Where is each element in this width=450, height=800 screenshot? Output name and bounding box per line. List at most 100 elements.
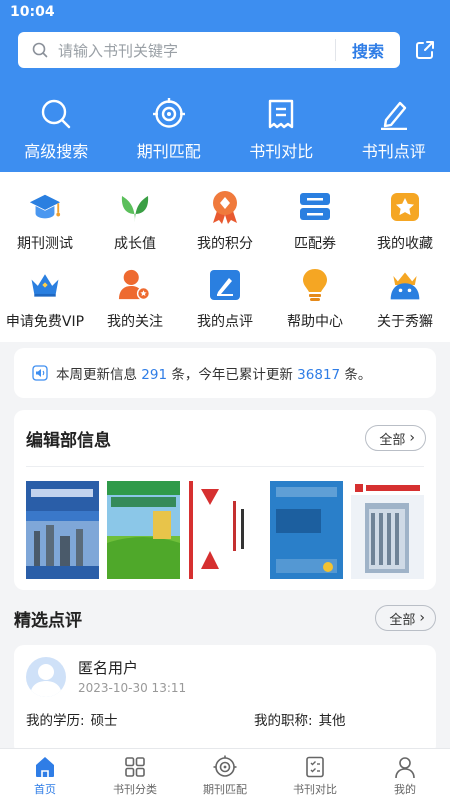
search-icon (32, 42, 48, 58)
nav-label: 书刊点评 (361, 142, 426, 161)
review-details: 我的学历: 硕士 我的职称: 其他 (14, 709, 436, 729)
journal-cover-3[interactable] (188, 481, 262, 579)
nav-review[interactable]: 书刊点评 (338, 98, 450, 162)
grid-label: 成长值 (114, 236, 156, 252)
header: 10:04 请输入书刊关键字 搜索 高级搜索 期刊匹配 书刊对比 书刊点评 (0, 0, 450, 172)
avatar (26, 657, 66, 697)
grid-label: 申请免费VIP (5, 314, 85, 330)
journal-cover-1[interactable] (26, 481, 99, 579)
grid-label: 我的积分 (197, 236, 253, 252)
tab-label: 首页 (34, 783, 56, 796)
education-field: 我的学历: 硕士 (26, 709, 254, 729)
review-date: 2023-10-30 13:11 (78, 681, 187, 695)
mascot-icon (388, 268, 422, 302)
share-button[interactable] (400, 39, 436, 61)
search-icon (42, 99, 71, 129)
compare-icon (306, 756, 324, 778)
notice-middle: 条，今年已累计更新 (171, 367, 293, 383)
reviews-all-button[interactable]: 全部 › (375, 605, 436, 631)
tab-mine[interactable]: 我的 (360, 749, 450, 800)
nav-journal-match[interactable]: 期刊匹配 (113, 98, 226, 162)
reviews-header: 精选点评 全部 › (14, 598, 436, 638)
journal-cover-5[interactable] (351, 481, 424, 579)
all-label: 全部 (389, 612, 416, 628)
top-nav: 高级搜索 期刊匹配 书刊对比 书刊点评 (0, 98, 450, 162)
grid-about[interactable]: 关于秀獬 (360, 268, 450, 346)
tab-label: 书刊对比 (293, 783, 337, 796)
tab-category[interactable]: 书刊分类 (90, 749, 180, 800)
title-field: 我的职称: 其他 (254, 709, 424, 729)
nav-compare[interactable]: 书刊对比 (225, 98, 338, 162)
journal-cover-4[interactable] (269, 481, 343, 579)
grid-help[interactable]: 帮助中心 (270, 268, 360, 346)
search-input[interactable]: 请输入书刊关键字 搜索 (18, 32, 400, 68)
grid-label: 帮助中心 (287, 314, 343, 330)
speaker-icon (32, 365, 48, 381)
nav-label: 高级搜索 (24, 142, 89, 161)
document-icon (269, 99, 294, 129)
review-card[interactable]: 匿名用户 2023-10-30 13:11 我的学历: 硕士 我的职称: 其他 (14, 645, 436, 755)
sprout-icon (118, 190, 152, 224)
category-icon (125, 757, 145, 777)
tab-compare[interactable]: 书刊对比 (270, 749, 360, 800)
reviewer-name: 匿名用户 (78, 659, 139, 677)
nav-label: 期刊匹配 (136, 142, 201, 161)
search-button[interactable]: 搜索 (336, 38, 400, 62)
notice-suffix: 条。 (344, 367, 372, 383)
journal-covers (14, 467, 436, 579)
grid-following[interactable]: 我的关注 (90, 268, 180, 346)
chevron-right-icon: › (419, 610, 425, 626)
section-title: 编辑部信息 (26, 430, 111, 451)
nav-advanced-search[interactable]: 高级搜索 (0, 98, 113, 162)
update-notice: 本周更新信息 291 条，今年已累计更新 36817 条。 (14, 348, 436, 398)
tab-label: 期刊匹配 (203, 783, 247, 796)
notice-prefix: 本周更新信息 (56, 367, 137, 383)
tab-label: 我的 (394, 783, 416, 796)
edit-icon (208, 268, 242, 302)
tab-home[interactable]: 首页 (0, 749, 90, 800)
tab-label: 书刊分类 (113, 783, 157, 796)
grid-coupon[interactable]: 匹配券 (270, 190, 360, 268)
user-icon (395, 757, 415, 779)
journal-cover-2[interactable] (107, 481, 181, 579)
home-icon (36, 757, 54, 777)
bottom-tabbar: 首页 书刊分类 期刊匹配 书刊对比 我的 (0, 748, 450, 800)
grid-points[interactable]: 我的积分 (180, 190, 270, 268)
editorial-card: 编辑部信息 全部 › (14, 410, 436, 590)
grid-journal-test[interactable]: 期刊测试 (0, 190, 90, 268)
grid-my-reviews[interactable]: 我的点评 (180, 268, 270, 346)
grid-label: 关于秀獬 (377, 314, 433, 330)
bulb-icon (298, 268, 332, 302)
section-title: 精选点评 (14, 610, 82, 631)
grid-free-vip[interactable]: 申请免费VIP (0, 268, 90, 346)
grid-label: 匹配券 (294, 236, 336, 252)
review-header: 匿名用户 2023-10-30 13:11 (14, 645, 436, 709)
user-star-icon (118, 268, 152, 302)
share-icon (416, 41, 434, 59)
pencil-icon (380, 101, 407, 130)
grid-label: 我的收藏 (377, 236, 433, 252)
editorial-header: 编辑部信息 全部 › (14, 410, 436, 466)
week-count: 291 (141, 367, 168, 383)
grid-label: 我的关注 (107, 314, 163, 330)
coupon-icon (298, 190, 332, 224)
nav-label: 书刊对比 (249, 142, 314, 161)
grid-growth[interactable]: 成长值 (90, 190, 180, 268)
editorial-all-button[interactable]: 全部 › (365, 425, 426, 451)
target-icon (152, 98, 185, 128)
target-icon (213, 755, 237, 777)
education-value: 硕士 (90, 713, 118, 729)
search-row: 请输入书刊关键字 搜索 (18, 32, 436, 68)
education-label: 我的学历: (26, 713, 85, 729)
chevron-right-icon: › (409, 430, 415, 446)
grid-label: 期刊测试 (17, 236, 73, 252)
graduation-cap-icon (28, 190, 62, 224)
grid-favorites[interactable]: 我的收藏 (360, 190, 450, 268)
grid-label: 我的点评 (197, 314, 253, 330)
title-label: 我的职称: (254, 713, 313, 729)
tab-match[interactable]: 期刊匹配 (180, 749, 270, 800)
title-value: 其他 (318, 713, 346, 729)
year-count: 36817 (297, 367, 341, 383)
all-label: 全部 (379, 432, 406, 448)
feature-grid: 期刊测试 成长值 我的积分 匹配券 我的收藏 申请免费VIP 我的关注 我的点评… (0, 172, 450, 342)
